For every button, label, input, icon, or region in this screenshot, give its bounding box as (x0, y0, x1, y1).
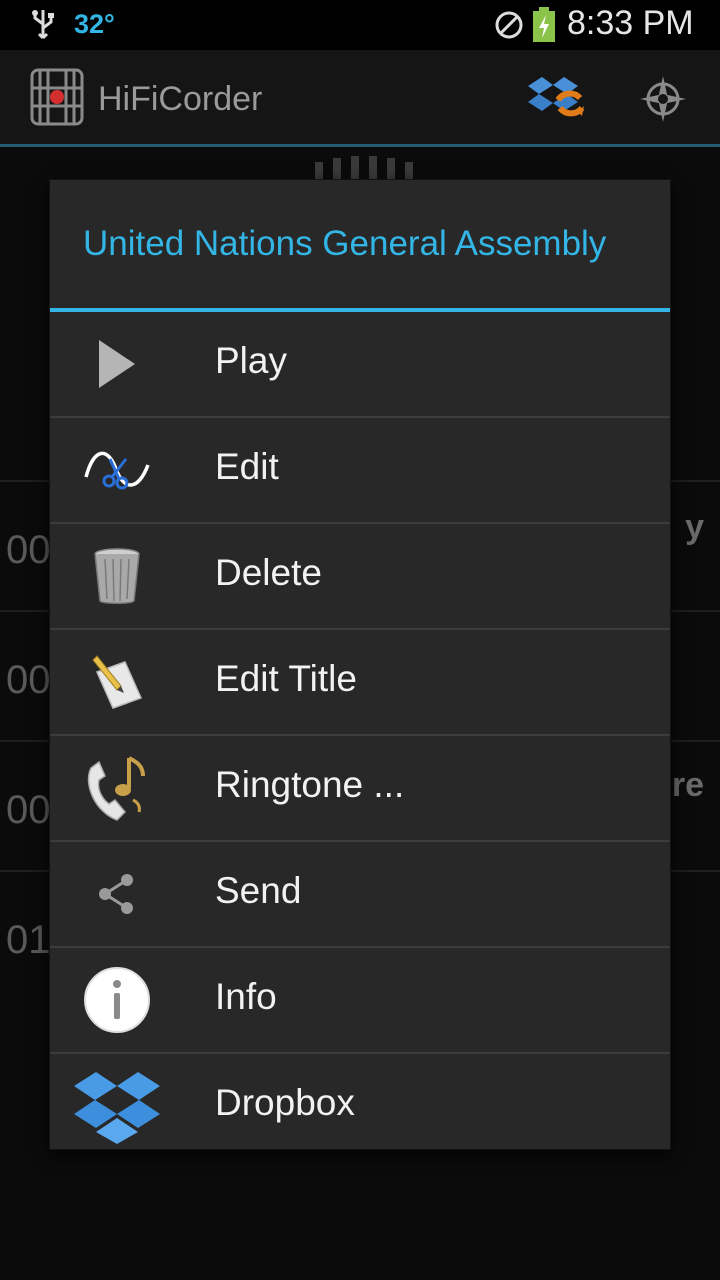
menu-item-label: Edit Title (215, 658, 357, 699)
status-bar: 32° 8:33 PM (0, 0, 720, 50)
menu-item-label: Play (215, 340, 287, 381)
list-item-time: 01 (6, 918, 51, 962)
usb-icon (32, 10, 54, 40)
menu-item-edit-title[interactable]: Edit Title (50, 630, 670, 736)
info-icon (72, 962, 162, 1038)
app-logo-icon[interactable] (28, 66, 86, 128)
scissors-waveform-icon (72, 432, 162, 508)
phone-music-icon (72, 750, 162, 826)
menu-item-label: Dropbox (215, 1082, 355, 1123)
do-not-disturb-icon (495, 11, 523, 39)
context-menu-list: Play Edit Delete Edit Title Ringtone ...… (50, 312, 670, 1158)
list-item-time: 00 (6, 528, 51, 572)
dialog-title: United Nations General Assembly (83, 224, 607, 263)
menu-item-play[interactable]: Play (50, 312, 670, 418)
dropbox-icon (72, 1068, 162, 1144)
list-item-text: y (685, 508, 704, 546)
battery-charging-icon (533, 7, 555, 42)
action-bar-divider (0, 144, 720, 147)
menu-item-label: Delete (215, 552, 322, 593)
list-item-time: 00 (6, 788, 51, 832)
menu-item-send[interactable]: Send (50, 842, 670, 948)
menu-item-delete[interactable]: Delete (50, 524, 670, 630)
menu-item-info[interactable]: Info (50, 948, 670, 1054)
dropbox-sync-icon[interactable] (520, 68, 586, 130)
app-title: HiFiCorder (98, 80, 263, 118)
menu-item-dropbox[interactable]: Dropbox (50, 1054, 670, 1158)
menu-item-label: Send (215, 870, 302, 911)
share-icon (72, 856, 162, 932)
menu-item-ringtone[interactable]: Ringtone ... (50, 736, 670, 842)
context-menu-dialog: United Nations General Assembly Play Edi… (50, 180, 670, 1149)
menu-item-edit[interactable]: Edit (50, 418, 670, 524)
pencil-paper-icon (72, 644, 162, 720)
clock: 8:33 PM (567, 4, 694, 42)
menu-item-label: Ringtone ... (215, 764, 405, 805)
list-item-time: 00 (6, 658, 51, 702)
menu-item-label: Edit (215, 446, 279, 487)
menu-item-label: Info (215, 976, 277, 1017)
temperature-readout: 32° (74, 9, 115, 39)
compass-icon[interactable] (640, 76, 686, 122)
play-icon (72, 326, 162, 402)
trash-bin-icon (72, 538, 162, 614)
